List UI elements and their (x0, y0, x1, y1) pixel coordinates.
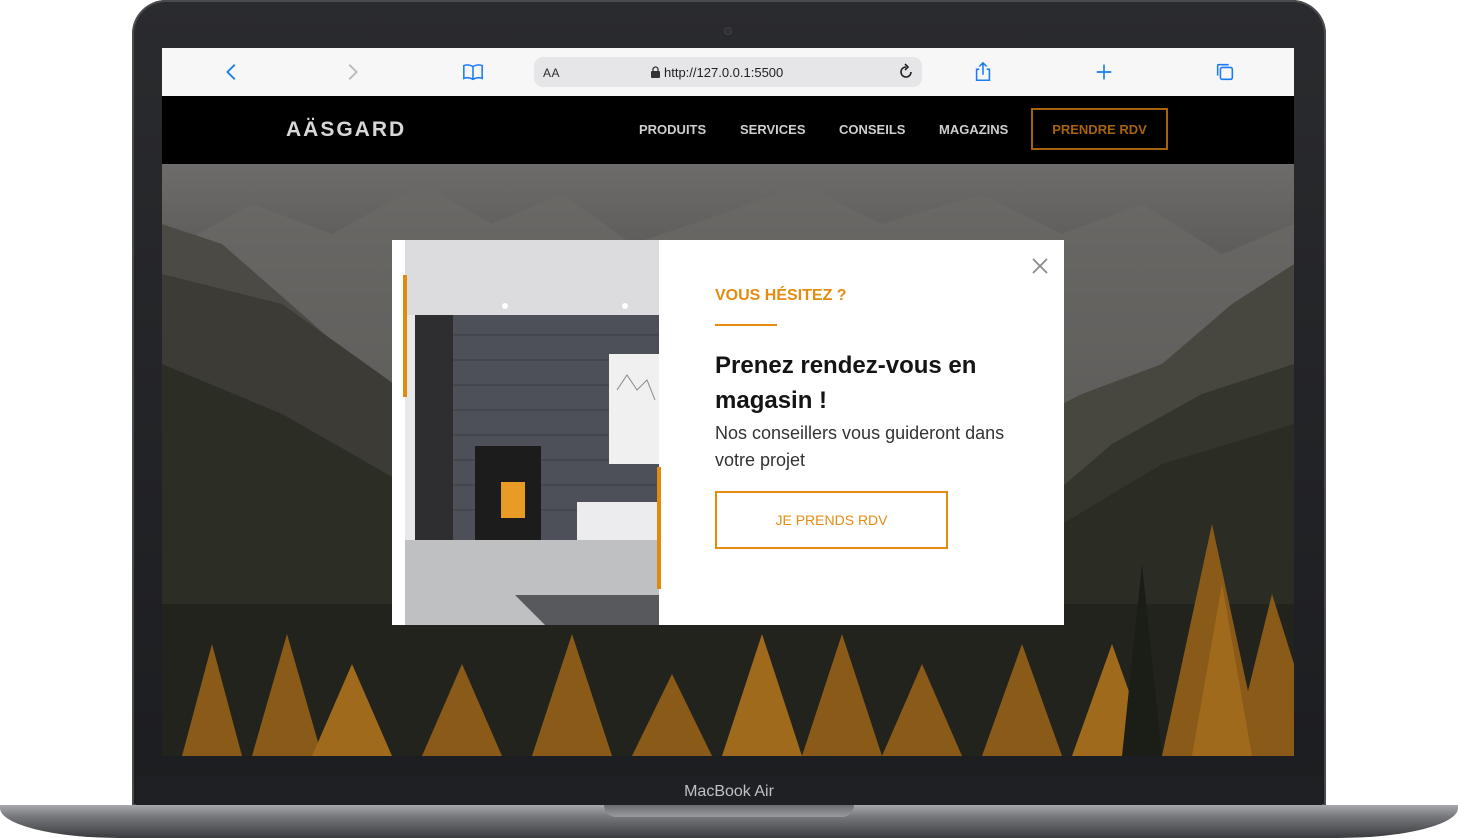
close-icon[interactable] (1029, 255, 1051, 277)
share-icon[interactable] (969, 58, 997, 86)
device-label: MacBook Air (136, 777, 1322, 807)
tabs-icon[interactable] (1211, 58, 1239, 86)
site-header: AÄSGARD PRODUITS SERVICES CONSEILS MAGAZ… (162, 96, 1294, 164)
new-tab-icon[interactable] (1090, 58, 1118, 86)
reload-icon[interactable] (896, 62, 916, 82)
webcam (724, 27, 732, 35)
nav-link-conseils[interactable]: CONSEILS (839, 122, 905, 137)
nav-link-produits[interactable]: PRODUITS (639, 122, 706, 137)
accent-bar (403, 275, 407, 397)
address-bar[interactable]: AA http://127.0.0.1:5500 (534, 57, 922, 87)
stove-photo (405, 240, 659, 625)
appointment-modal: VOUS HÉSITEZ ? Prenez rendez-vous en mag… (392, 240, 1064, 625)
accent-bar (657, 467, 661, 589)
url-text: http://127.0.0.1:5500 (664, 65, 784, 80)
laptop-screen: AA http://127.0.0.1:5500 AÄSGARD PRODUIT… (162, 48, 1294, 756)
je-prends-rdv-button[interactable]: JE PRENDS RDV (715, 491, 948, 549)
forward-icon[interactable] (338, 58, 366, 86)
modal-eyebrow: VOUS HÉSITEZ ? (715, 287, 847, 304)
lock-icon (651, 66, 660, 78)
prendre-rdv-button[interactable]: PRENDRE RDV (1031, 108, 1168, 150)
modal-subtext: Nos conseillers vous guideront dans votr… (715, 423, 1005, 470)
browser-toolbar: AA http://127.0.0.1:5500 (162, 48, 1294, 96)
modal-headline: Prenez rendez-vous en magasin ! (715, 352, 977, 414)
back-icon[interactable] (218, 58, 246, 86)
nav-link-magazins[interactable]: MAGAZINS (939, 122, 1008, 137)
website: AÄSGARD PRODUITS SERVICES CONSEILS MAGAZ… (162, 96, 1294, 756)
laptop-notch (604, 805, 854, 817)
reader-mode-button[interactable]: AA (543, 66, 560, 80)
pellet-stove-image (405, 240, 659, 625)
nav-link-services[interactable]: SERVICES (740, 122, 806, 137)
bookmarks-icon[interactable] (459, 58, 487, 86)
eyebrow-underline (715, 324, 777, 326)
site-logo[interactable]: AÄSGARD (286, 118, 406, 142)
